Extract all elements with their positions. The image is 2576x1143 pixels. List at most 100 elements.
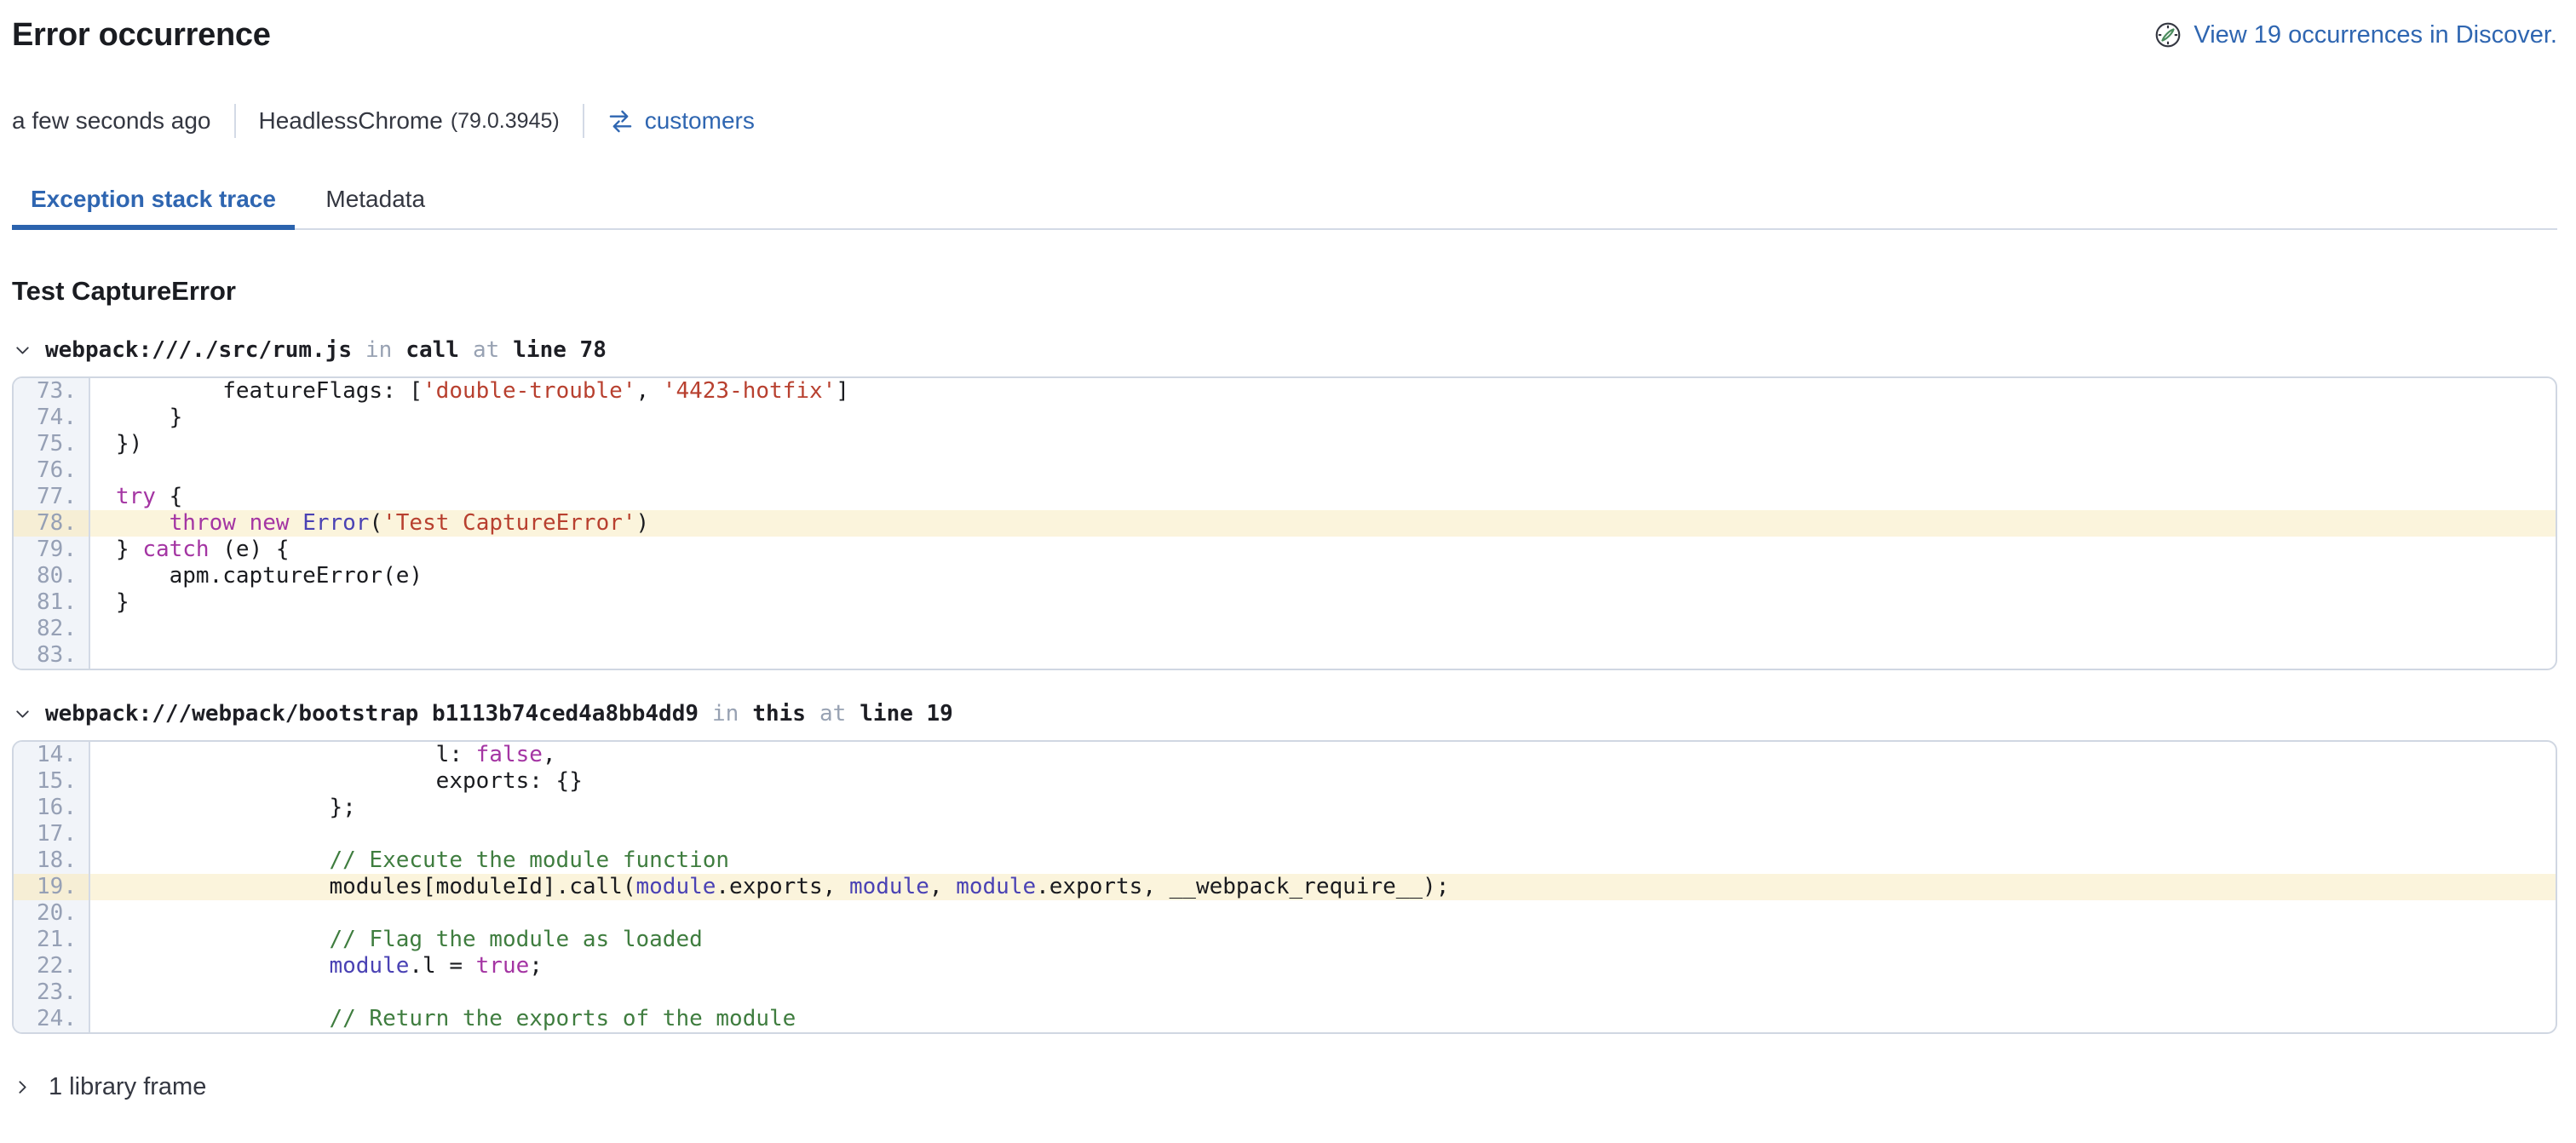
tab-bar: Exception stack trace Metadata [12,174,2557,230]
divider [234,104,236,138]
frame-in-word: in [712,701,739,727]
code-text: }) [90,431,2556,457]
stack-frame-header[interactable]: webpack:///./src/rum.js in call at line … [12,337,2557,363]
code-line: 79.} catch (e) { [14,537,2556,563]
line-number: 82. [14,616,90,642]
chevron-right-icon [12,1077,33,1098]
line-number: 79. [14,537,90,563]
frame-line-label: line 78 [513,337,607,363]
chevron-down-icon [12,340,33,361]
line-number: 24. [14,1006,90,1032]
code-line: 83. [14,642,2556,669]
merge-arrows-icon [607,108,634,135]
line-number: 21. [14,927,90,953]
code-line: 74. } [14,405,2556,431]
browser-version: (79.0.3945) [451,109,560,134]
discover-compass-icon [2153,20,2182,49]
code-text: modules[moduleId].call(module.exports, m… [90,874,2556,900]
page-header: Error occurrence View 19 occurrences in … [12,14,2557,56]
frame-line-label: line 19 [860,701,953,727]
tab-exception-stack-trace[interactable]: Exception stack trace [12,174,295,228]
line-number: 81. [14,589,90,616]
frame-function: this [752,701,806,727]
line-number: 80. [14,563,90,589]
code-text: // Execute the module function [90,847,2556,874]
line-number: 77. [14,484,90,510]
timestamp: a few seconds ago [12,107,211,135]
code-line: 73. featureFlags: ['double-trouble', '44… [14,378,2556,405]
line-number: 17. [14,821,90,847]
code-line: 14. l: false, [14,742,2556,768]
occurrence-meta: a few seconds ago HeadlessChrome (79.0.3… [12,102,2557,140]
line-number: 18. [14,847,90,874]
code-line: 18. // Execute the module function [14,847,2556,874]
line-number: 20. [14,900,90,927]
line-number: 16. [14,795,90,821]
code-line: 23. [14,979,2556,1006]
code-text: featureFlags: ['double-trouble', '4423-h… [90,378,2556,405]
code-text: throw new Error('Test CaptureError') [90,510,2556,537]
line-number: 83. [14,642,90,669]
code-line: 15. exports: {} [14,768,2556,795]
code-block: 14. l: false,15. exports: {}16. };17.18.… [12,740,2557,1034]
code-text: } catch (e) { [90,537,2556,563]
line-number: 74. [14,405,90,431]
code-text: // Flag the module as loaded [90,927,2556,953]
code-text [90,616,2556,642]
frame-function: call [405,337,459,363]
code-text [90,821,2556,847]
code-line: 19. modules[moduleId].call(module.export… [14,874,2556,900]
service-link[interactable]: customers [607,107,755,135]
code-line: 16. }; [14,795,2556,821]
library-frames-toggle[interactable]: 1 library frame [12,1073,2557,1101]
code-text: module.l = true; [90,953,2556,979]
frame-file: webpack:///webpack/bootstrap b1113b74ced… [45,701,699,727]
divider [583,104,584,138]
code-line: 24. // Return the exports of the module [14,1006,2556,1032]
library-frames-label: 1 library frame [49,1073,206,1101]
service-link-label: customers [645,107,755,135]
tab-metadata[interactable]: Metadata [307,174,444,228]
line-number: 15. [14,768,90,795]
code-line: 77.try { [14,484,2556,510]
frame-file: webpack:///./src/rum.js [45,337,352,363]
code-line: 20. [14,900,2556,927]
code-line: 82. [14,616,2556,642]
line-number: 14. [14,742,90,768]
code-line: 76. [14,457,2556,484]
code-text: } [90,589,2556,616]
code-text [90,979,2556,1006]
code-text: l: false, [90,742,2556,768]
code-text: try { [90,484,2556,510]
view-in-discover-link[interactable]: View 19 occurrences in Discover. [2153,20,2557,49]
line-number: 22. [14,953,90,979]
line-number: 75. [14,431,90,457]
code-line: 81.} [14,589,2556,616]
line-number: 73. [14,378,90,405]
code-text [90,900,2556,927]
code-line: 78. throw new Error('Test CaptureError') [14,510,2556,537]
exception-title: Test CaptureError [12,276,2557,307]
line-number: 19. [14,874,90,900]
code-text [90,457,2556,484]
discover-link-label: View 19 occurrences in Discover. [2194,21,2557,49]
code-line: 17. [14,821,2556,847]
frame-at-word: at [473,337,499,363]
code-line: 22. module.l = true; [14,953,2556,979]
page-title: Error occurrence [12,17,271,54]
stack-frame-header[interactable]: webpack:///webpack/bootstrap b1113b74ced… [12,701,2557,727]
code-line: 75.}) [14,431,2556,457]
line-number: 23. [14,979,90,1006]
code-text: }; [90,795,2556,821]
code-text: } [90,405,2556,431]
frame-at-word: at [819,701,846,727]
chevron-down-icon [12,704,33,725]
code-text: exports: {} [90,768,2556,795]
code-text: apm.captureError(e) [90,563,2556,589]
code-line: 80. apm.captureError(e) [14,563,2556,589]
line-number: 76. [14,457,90,484]
frame-in-word: in [365,337,392,363]
line-number: 78. [14,510,90,537]
code-block: 73. featureFlags: ['double-trouble', '44… [12,376,2557,670]
browser-name: HeadlessChrome [259,107,443,135]
